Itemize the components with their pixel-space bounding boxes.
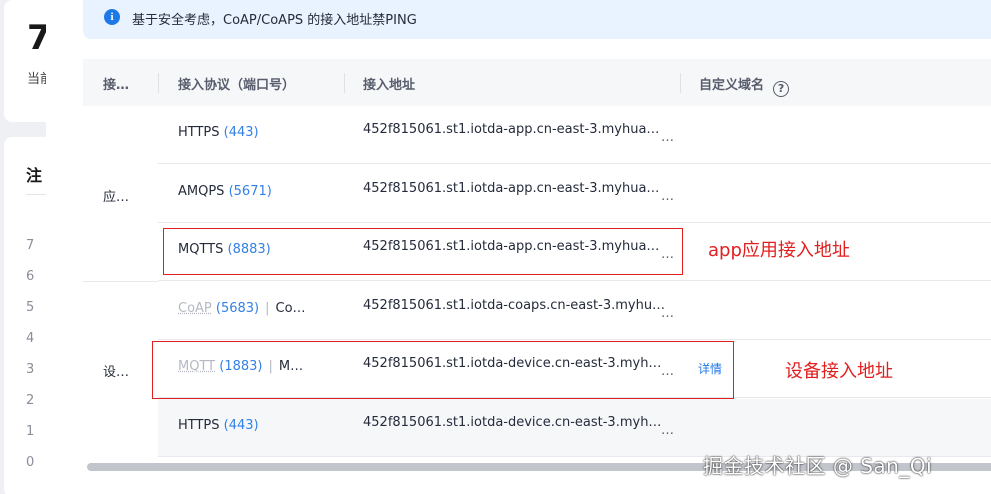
protocol-cell: CoAP (5683) | Co… (178, 301, 306, 316)
more-ellipsis[interactable]: … (661, 130, 674, 145)
background-axis-tick: 6 (26, 269, 35, 284)
column-header-address[interactable]: 接入地址 (363, 74, 415, 93)
table-row: CoAP (5683) | Co… 452f815061.st1.iotda-coa… (158, 282, 991, 340)
access-address: 452f815061.st1.iotda-coaps.cn-east-3.myh… (363, 298, 666, 313)
background-axis-tick: 5 (26, 300, 35, 315)
protocol-name: HTTPS (178, 418, 220, 433)
port-number: (443) (223, 418, 259, 433)
device-address-annotation: 设备接入地址 (785, 361, 893, 382)
group-divider (83, 281, 158, 282)
notice-text: 基于安全考虑，CoAP/CoAPS 的接入地址禁PING (132, 13, 417, 28)
app-address-highlight (163, 228, 683, 275)
background-divider (26, 194, 46, 195)
background-axis-tick: 4 (26, 331, 35, 346)
protocol-name: HTTPS (178, 125, 220, 140)
protocol-name: AMQPS (178, 184, 225, 199)
column-header-custom-domain: 自定义域名? (699, 74, 790, 97)
access-address: 452f815061.st1.iotda-device.cn-east-3.my… (363, 415, 662, 430)
help-icon[interactable]: ? (773, 81, 790, 97)
access-address: 452f815061.st1.iotda-app.cn-east-3.myhua… (363, 122, 660, 137)
watermark: 掘金技术社区 @ San_Qi (703, 454, 933, 478)
background-axis-tick: 2 (26, 393, 35, 408)
info-icon: i (104, 9, 120, 25)
security-notice: i 基于安全考虑，CoAP/CoAPS 的接入地址禁PING (83, 0, 991, 39)
table-row: AMQPS (5671) 452f815061.st1.iotda-app.cn… (158, 165, 991, 223)
port-number: (443) (223, 125, 259, 140)
more-ellipsis[interactable]: … (661, 306, 674, 321)
background-axis-tick: 7 (26, 238, 35, 253)
access-address: 452f815061.st1.iotda-app.cn-east-3.myhua… (363, 181, 660, 196)
device-address-highlight (152, 341, 734, 399)
table-header: 接… 接入协议（端口号） 接入地址 自定义域名? (83, 59, 991, 106)
column-header-protocol[interactable]: 接入协议（端口号） (178, 74, 295, 93)
protocol-alt-name: Co… (275, 301, 306, 316)
column-divider[interactable] (680, 73, 681, 93)
column-header-type[interactable]: 接… (103, 74, 129, 93)
table-row: HTTPS (443) 452f815061.st1.iotda-device.… (158, 399, 991, 457)
background-section-title: 注 (26, 166, 43, 185)
table-row: HTTPS (443) 452f815061.st1.iotda-app.cn-… (158, 106, 991, 164)
more-ellipsis[interactable]: … (661, 423, 674, 438)
custom-domain-label: 自定义域名 (699, 78, 765, 93)
more-ellipsis[interactable]: … (661, 189, 674, 204)
background-axis-tick: 1 (26, 424, 35, 439)
port-number: (5683) (215, 301, 260, 316)
port-number: (5671) (228, 184, 272, 199)
column-divider[interactable] (158, 73, 159, 93)
column-divider[interactable] (344, 73, 345, 93)
group-label-device: 设… (103, 365, 130, 380)
group-label-app: 应… (103, 190, 130, 205)
protocol-name[interactable]: CoAP (178, 301, 212, 316)
background-axis-tick: 0 (26, 455, 35, 470)
protocol-cell: HTTPS (443) (178, 418, 259, 433)
protocol-cell: AMQPS (5671) (178, 184, 272, 199)
app-address-annotation: app应用接入地址 (708, 240, 850, 261)
protocol-separator: | (265, 301, 270, 316)
background-axis-tick: 3 (26, 362, 35, 377)
protocol-cell: HTTPS (443) (178, 125, 259, 140)
